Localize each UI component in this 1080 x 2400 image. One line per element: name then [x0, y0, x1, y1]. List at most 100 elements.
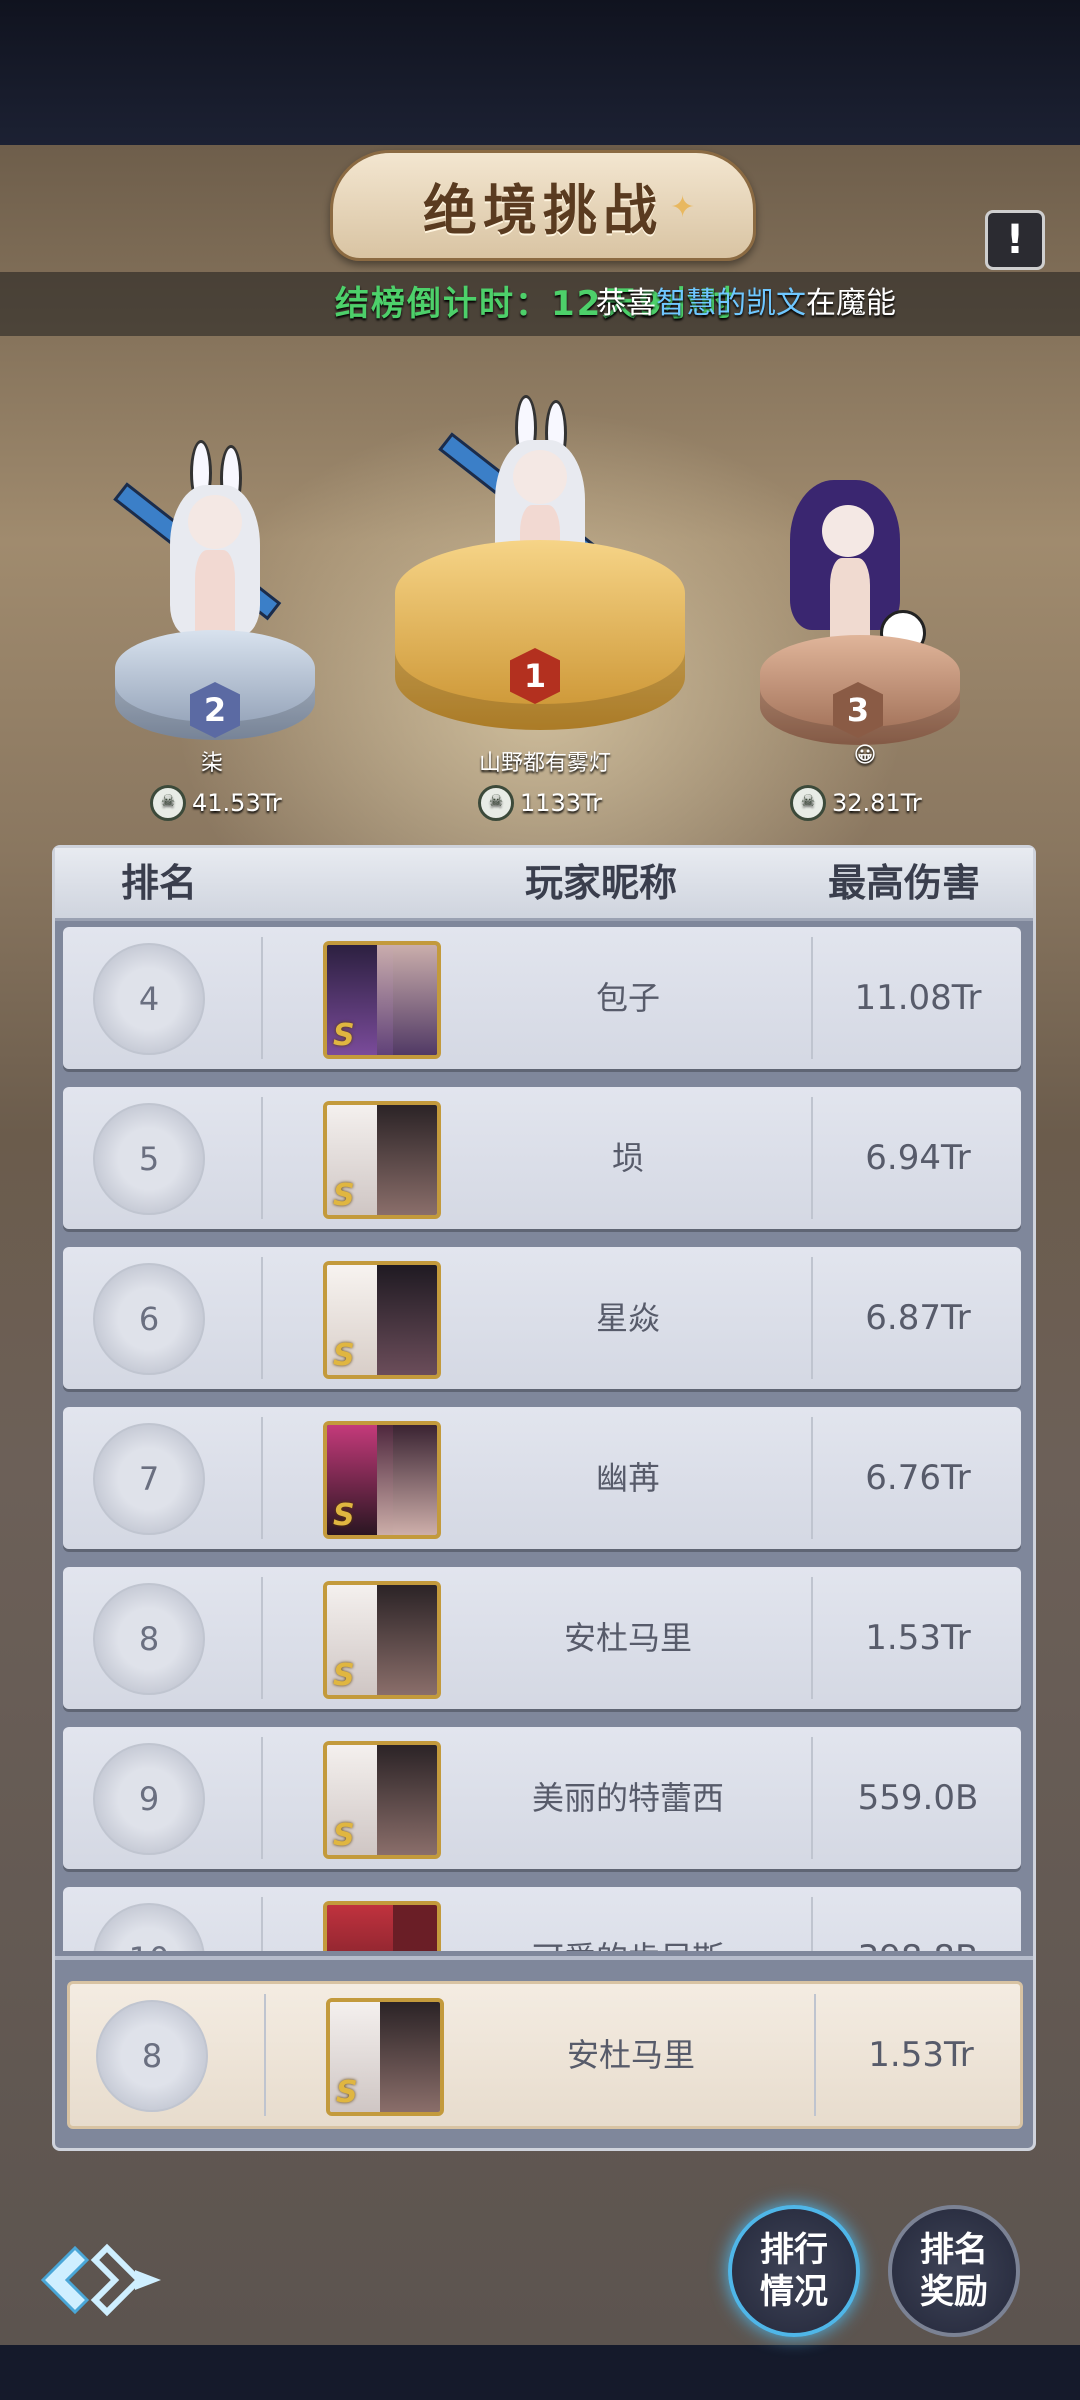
player-damage: 6.87Tr	[865, 1298, 971, 1338]
rank-number: 6	[93, 1263, 205, 1375]
podium-3-name: 😀	[853, 743, 877, 768]
podium-2-name: 柒	[200, 751, 223, 776]
self-row-divider	[55, 1956, 1033, 1960]
divider	[811, 1897, 813, 1951]
leaderboard-panel: 排名 玩家昵称 最高伤害 4 S 包子 11.08Tr 5 S 埙 6.94Tr…	[52, 845, 1036, 2151]
avatar-art	[327, 1905, 393, 1951]
s-rank-icon: S	[333, 1018, 355, 1053]
podium-1-score: ☠ 1133Tr	[478, 785, 602, 821]
column-name-header: 玩家昵称	[525, 861, 678, 905]
player-damage: 1.53Tr	[865, 1618, 971, 1658]
rank-number: 5	[93, 1103, 205, 1215]
s-rank-icon: S	[333, 1498, 355, 1533]
player-damage: 6.76Tr	[865, 1458, 971, 1498]
avatar-art	[376, 945, 437, 1055]
podium-2-character[interactable]	[113, 440, 290, 650]
ranking-status-line2: 情况	[760, 2272, 828, 2312]
skull-icon: ☠	[478, 785, 514, 821]
player-name: 安杜马里	[566, 2036, 695, 2074]
back-arrow-icon	[40, 2243, 161, 2317]
avatar-art	[379, 2002, 440, 2112]
avatar-art	[376, 1745, 437, 1855]
s-rank-icon: S	[336, 2075, 358, 2110]
column-rank-header: 排名	[121, 861, 198, 905]
player-avatar[interactable]: S	[323, 1101, 441, 1219]
ranking-reward-label: 排名 奖励	[920, 2229, 988, 2313]
player-avatar[interactable]: S	[323, 1581, 441, 1699]
player-damage: 1.53Tr	[868, 2035, 974, 2075]
avatar-art	[376, 1585, 437, 1695]
player-avatar[interactable]: S	[323, 1261, 441, 1379]
rank-number: 8	[96, 2000, 208, 2112]
back-logo-icon[interactable]	[35, 2240, 165, 2320]
broadcast-suffix: 在魔能	[806, 286, 896, 321]
ranking-reward-line2: 奖励	[920, 2272, 988, 2312]
ranking-status-line1: 排行	[760, 2230, 828, 2270]
rank-number: 7	[93, 1423, 205, 1535]
rank-number: 10	[93, 1903, 205, 1951]
podium-2-damage: 41.53Tr	[192, 789, 282, 817]
table-row[interactable]: 9 S 美丽的特蕾西 559.0B	[63, 1727, 1021, 1869]
ranking-reward-button[interactable]: 排名 奖励	[888, 2205, 1020, 2337]
player-damage: 6.94Tr	[865, 1138, 971, 1178]
divider	[261, 1417, 263, 1539]
head-sprite	[188, 495, 242, 549]
divider	[261, 937, 263, 1059]
avatar-art	[376, 1425, 437, 1535]
divider	[261, 1257, 263, 1379]
rank-number: 4	[93, 943, 205, 1055]
player-avatar[interactable]: S	[323, 1421, 441, 1539]
my-rank-row[interactable]: 8 S 安杜马里 1.53Tr	[67, 1981, 1023, 2129]
ranking-reward-line1: 排名	[920, 2230, 988, 2270]
table-row[interactable]: 4 S 包子 11.08Tr	[63, 927, 1021, 1069]
table-row[interactable]: 6 S 星焱 6.87Tr	[63, 1247, 1021, 1389]
player-name: 美丽的特蕾西	[531, 1779, 724, 1817]
head-sprite	[822, 505, 874, 557]
podium-3-character[interactable]	[780, 480, 930, 660]
divider	[811, 1257, 813, 1379]
podium-3-damage: 32.81Tr	[832, 789, 922, 817]
ranking-status-label: 排行 情况	[760, 2229, 828, 2313]
s-rank-icon: S	[333, 1818, 355, 1853]
s-rank-icon: S	[333, 1178, 355, 1213]
podium-2-score: ☠ 41.53Tr	[150, 785, 282, 821]
player-name: 包子	[595, 979, 660, 1017]
divider	[811, 1417, 813, 1539]
divider	[814, 1994, 816, 2116]
divider	[261, 1737, 263, 1859]
player-name: 埙	[611, 1139, 644, 1177]
table-row[interactable]: 5 S 埙 6.94Tr	[63, 1087, 1021, 1229]
broadcast-player: 智慧的凯文	[656, 286, 806, 321]
skull-icon: ☠	[150, 785, 186, 821]
player-damage: 559.0B	[857, 1778, 979, 1818]
leaderboard-list[interactable]: 4 S 包子 11.08Tr 5 S 埙 6.94Tr 6 S 星焱 6.87T…	[55, 921, 1033, 1951]
rank-number: 8	[93, 1583, 205, 1695]
player-avatar[interactable]: S	[326, 1998, 444, 2116]
divider	[261, 1577, 263, 1699]
page-title: 绝境挑战	[423, 179, 663, 242]
table-row[interactable]: 10 S 可爱的肯尼斯 398.8B	[63, 1887, 1021, 1951]
divider	[811, 937, 813, 1059]
head-sprite	[513, 450, 567, 504]
player-name: 星焱	[595, 1299, 660, 1337]
player-name: 安杜马里	[563, 1619, 692, 1657]
skull-icon: ☠	[790, 785, 826, 821]
player-avatar[interactable]: S	[323, 1901, 441, 1951]
divider	[264, 1994, 266, 2116]
divider	[261, 1897, 263, 1951]
broadcast-text: 恭喜智慧的凯文在魔能	[596, 272, 896, 336]
ranking-status-button[interactable]: 排行 情况	[728, 2205, 860, 2337]
broadcast-prefix: 恭喜	[596, 286, 656, 321]
player-avatar[interactable]: S	[323, 1741, 441, 1859]
divider	[811, 1097, 813, 1219]
divider	[811, 1577, 813, 1699]
table-row[interactable]: 8 S 安杜马里 1.53Tr	[63, 1567, 1021, 1709]
table-row[interactable]: 7 S 幽苒 6.76Tr	[63, 1407, 1021, 1549]
podium-1-damage: 1133Tr	[520, 789, 603, 817]
player-damage: 11.08Tr	[854, 978, 982, 1018]
info-icon[interactable]: !	[985, 210, 1045, 270]
player-name: 可爱的肯尼斯	[463, 1887, 793, 1951]
player-avatar[interactable]: S	[323, 941, 441, 1059]
divider	[261, 1097, 263, 1219]
s-rank-icon: S	[333, 1658, 355, 1693]
